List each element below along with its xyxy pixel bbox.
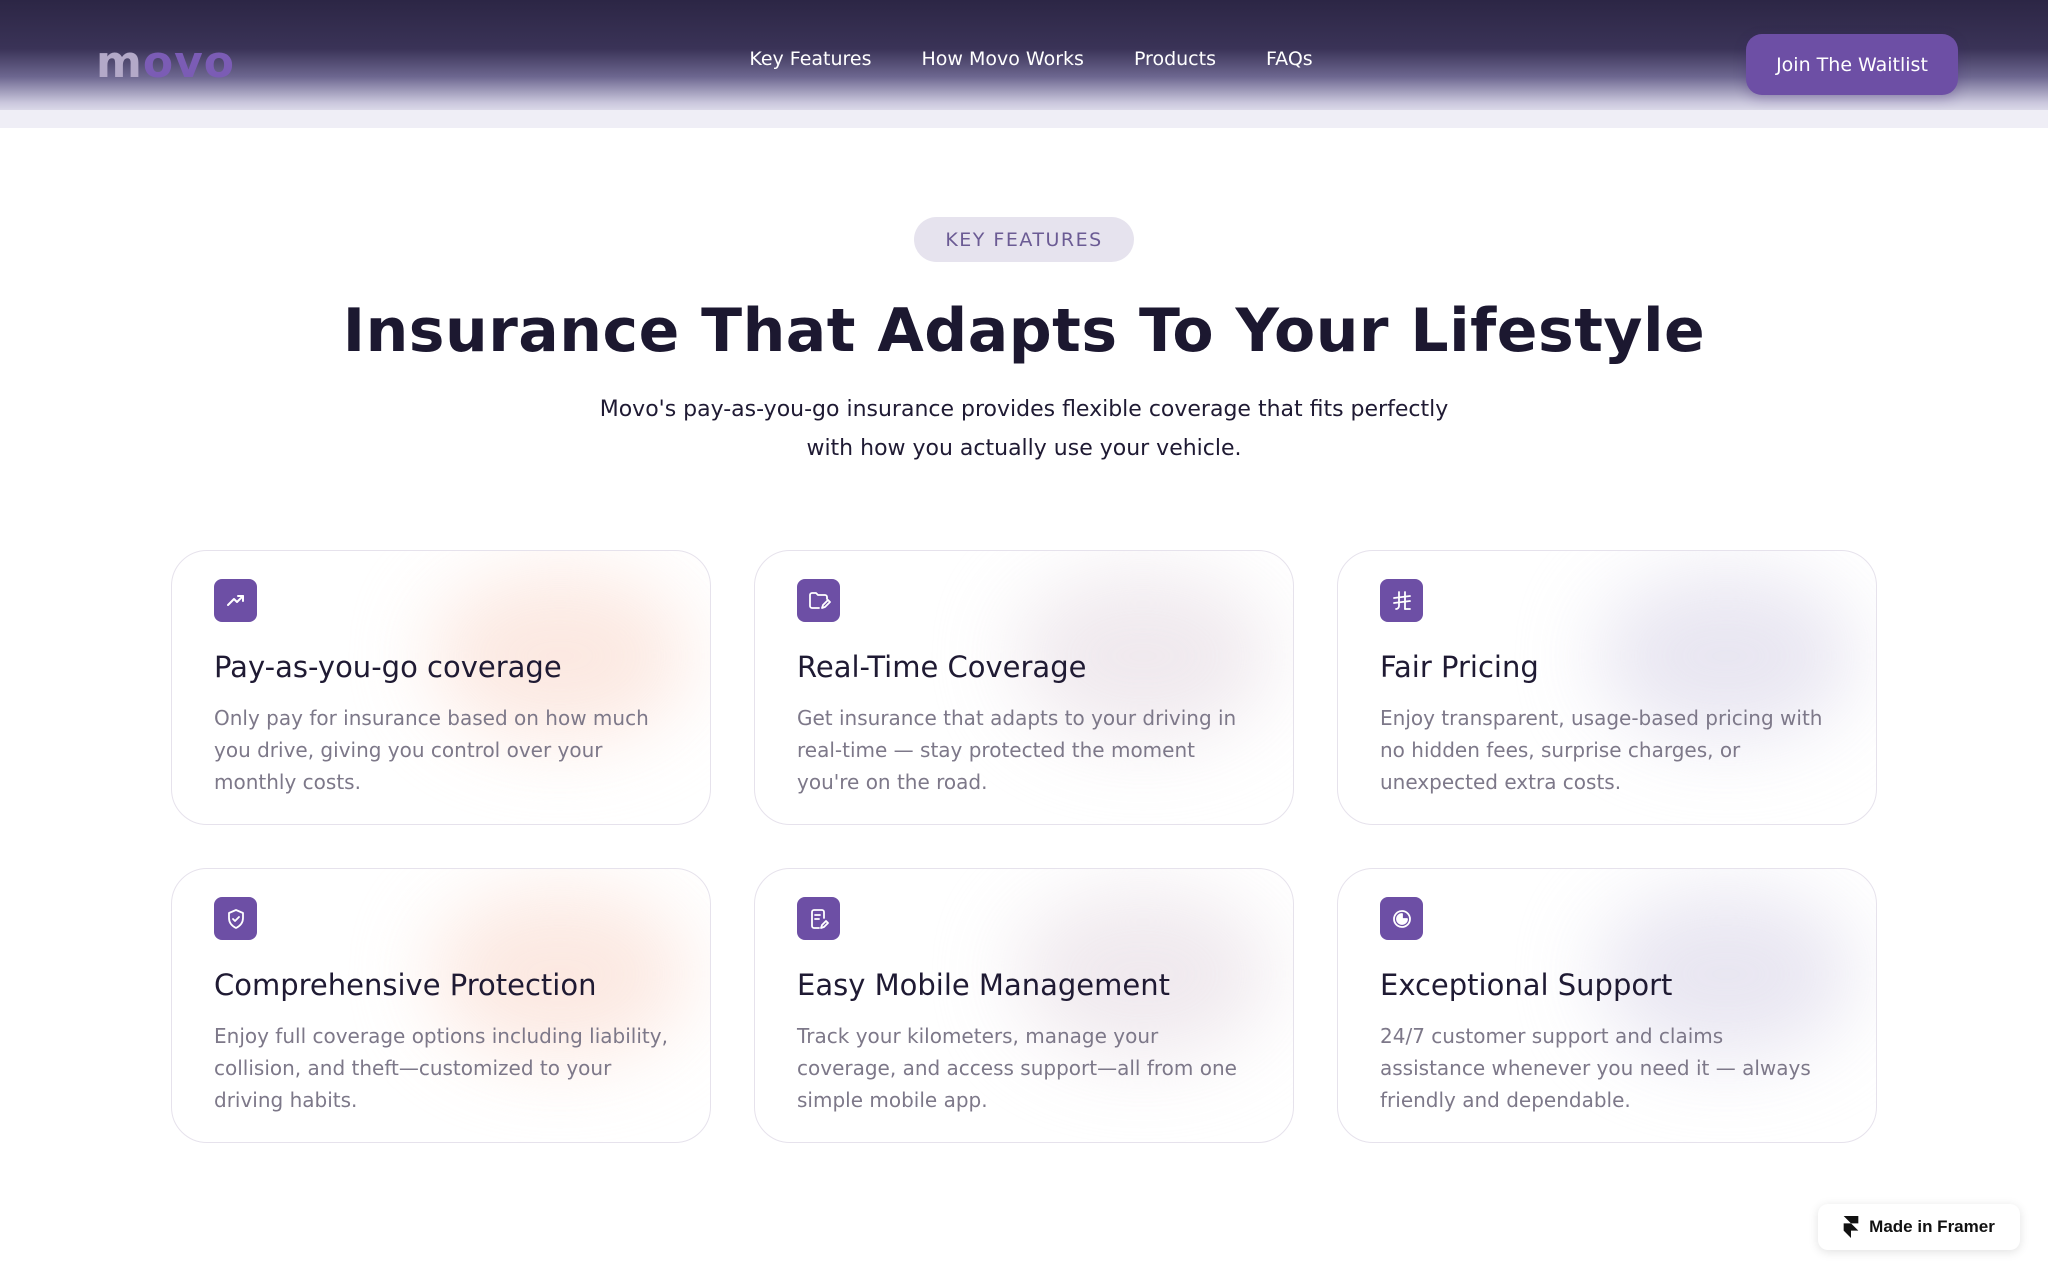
section-subtitle: Movo's pay-as-you-go insurance provides … — [574, 390, 1474, 468]
nav-link-key-features[interactable]: Key Features — [749, 48, 871, 70]
feature-description: Get insurance that adapts to your drivin… — [797, 706, 1237, 794]
nav-link-products[interactable]: Products — [1134, 48, 1216, 70]
nav-link-how-movo-works[interactable]: How Movo Works — [922, 48, 1084, 70]
section-title: Insurance That Adapts To Your Lifestyle — [342, 296, 1706, 366]
section-eyebrow: KEY FEATURES — [914, 217, 1134, 262]
subtitle-line-1: Movo's pay-as-you-go insurance provides … — [599, 397, 1449, 422]
feature-card-mobile-management: Easy Mobile Management Track your kilome… — [754, 868, 1294, 1143]
main-nav: Key Features How Movo Works Products FAQ… — [0, 48, 2048, 70]
feature-description: 24/7 customer support and claims assista… — [1380, 1024, 1811, 1112]
feature-card-comprehensive-protection: Comprehensive Protection Enjoy full cove… — [171, 868, 711, 1143]
site-header: movo Key Features How Movo Works Product… — [0, 0, 2048, 128]
feature-card-fair-pricing: Fair Pricing Enjoy transparent, usage-ba… — [1337, 550, 1877, 825]
subtitle-line-2: with how you actually use your vehicle. — [806, 436, 1242, 461]
feature-title: Real-Time Coverage — [797, 650, 1087, 684]
feature-card-exceptional-support: Exceptional Support 24/7 customer suppor… — [1337, 868, 1877, 1143]
pricing-icon — [1380, 579, 1423, 622]
feature-description: Enjoy full coverage options including li… — [214, 1024, 668, 1112]
framer-logo-icon — [1843, 1216, 1859, 1238]
framer-badge-label: Made in Framer — [1869, 1217, 1995, 1236]
made-in-framer-badge[interactable]: Made in Framer — [1818, 1204, 2020, 1250]
feature-title: Pay-as-you-go coverage — [214, 650, 562, 684]
mobile-edit-icon — [797, 897, 840, 940]
support-clock-icon — [1380, 897, 1423, 940]
trend-up-icon — [214, 579, 257, 622]
nav-link-faqs[interactable]: FAQs — [1266, 48, 1313, 70]
shield-check-icon — [214, 897, 257, 940]
feature-card-pay-as-you-go: Pay-as-you-go coverage Only pay for insu… — [171, 550, 711, 825]
feature-card-real-time: Real-Time Coverage Get insurance that ad… — [754, 550, 1294, 825]
feature-title: Exceptional Support — [1380, 968, 1673, 1002]
feature-description: Only pay for insurance based on how much… — [214, 706, 649, 794]
features-grid: Pay-as-you-go coverage Only pay for insu… — [171, 550, 1877, 1143]
feature-title: Comprehensive Protection — [214, 968, 597, 1002]
feature-description: Track your kilometers, manage your cover… — [797, 1024, 1237, 1112]
folder-edit-icon — [797, 579, 840, 622]
join-waitlist-button[interactable]: Join The Waitlist — [1746, 34, 1958, 95]
feature-title: Fair Pricing — [1380, 650, 1539, 684]
feature-title: Easy Mobile Management — [797, 968, 1170, 1002]
feature-description: Enjoy transparent, usage-based pricing w… — [1380, 706, 1823, 794]
